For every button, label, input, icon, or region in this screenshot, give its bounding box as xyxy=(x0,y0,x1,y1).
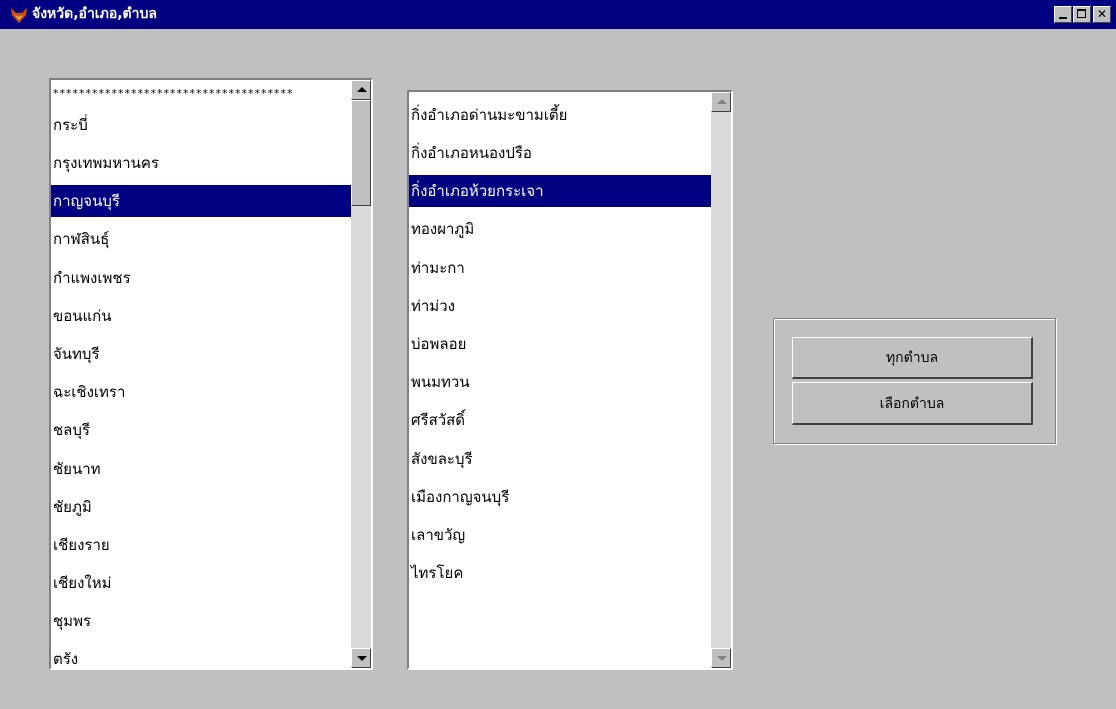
district-scroll-up-button[interactable] xyxy=(711,92,731,112)
province-list-item[interactable]: ชัยภูมิ xyxy=(51,488,351,526)
district-list-item[interactable]: เมืองกาญจนบุรี xyxy=(409,478,711,516)
province-list-item[interactable]: ************************************* xyxy=(51,84,351,106)
district-list-item[interactable]: ศรีสวัสดิ์ xyxy=(409,401,711,439)
arrow-up-icon xyxy=(357,87,367,92)
district-scrollbar[interactable] xyxy=(711,92,731,668)
district-list-item[interactable]: พนมทวน xyxy=(409,363,711,401)
province-list-item[interactable]: กระบี่ xyxy=(51,106,351,144)
district-scroll-down-button[interactable] xyxy=(711,648,731,668)
district-list-item[interactable]: ทองผาภูมิ xyxy=(409,210,711,248)
province-scroll-down-button[interactable] xyxy=(351,648,371,668)
arrow-up-icon xyxy=(717,99,727,104)
maximize-icon[interactable] xyxy=(1073,6,1091,23)
district-list-item[interactable]: กิ่งอำเภอด่านมะขามเตี้ย xyxy=(409,96,711,134)
province-list-item[interactable]: กาฬสินธุ์ xyxy=(51,220,351,258)
window-title: จังหวัด,อำเภอ,ตำบล xyxy=(32,6,157,22)
district-list-item[interactable]: บ่อพลอย xyxy=(409,325,711,363)
select-subdistrict-button[interactable]: เลือกตำบล xyxy=(792,382,1033,425)
province-list-item[interactable]: จันทบุรี xyxy=(51,335,351,373)
arrow-down-icon xyxy=(717,656,727,661)
province-list-item[interactable]: ชลบุรี xyxy=(51,411,351,449)
district-list-item[interactable]: ท่าม่วง xyxy=(409,287,711,325)
district-list-item[interactable]: สังขละบุรี xyxy=(409,440,711,478)
province-scrollbar[interactable] xyxy=(351,80,371,668)
minimize-icon[interactable] xyxy=(1054,6,1072,23)
fox-app-icon xyxy=(11,8,27,23)
title-bar[interactable]: จังหวัด,อำเภอ,ตำบล ✕ xyxy=(0,0,1116,29)
province-list-item[interactable]: กาญจนบุรี xyxy=(51,185,351,218)
district-list-item[interactable]: ท่ามะกา xyxy=(409,249,711,287)
all-subdistricts-button[interactable]: ทุกตำบล xyxy=(792,337,1033,379)
province-list-item[interactable]: เชียงใหม่ xyxy=(51,564,351,602)
province-listbox[interactable]: ************************************* กระ… xyxy=(49,78,373,670)
district-list-item[interactable]: กิ่งอำเภอหนองปรือ xyxy=(409,134,711,172)
province-list-item[interactable]: ชุมพร xyxy=(51,602,351,640)
province-list-item[interactable]: ฉะเชิงเทรา xyxy=(51,373,351,411)
province-list-item[interactable]: กรุงเทพมหานคร xyxy=(51,144,351,182)
province-list-item[interactable]: กำแพงเพชร xyxy=(51,259,351,297)
arrow-down-icon xyxy=(357,656,367,661)
close-icon[interactable]: ✕ xyxy=(1093,6,1111,23)
district-listbox[interactable]: กิ่งอำเภอด่านมะขามเตี้ย กิ่งอำเภอหนองปรือ… xyxy=(407,90,733,670)
district-list: กิ่งอำเภอด่านมะขามเตี้ย กิ่งอำเภอหนองปรือ… xyxy=(409,96,711,592)
province-list-item[interactable]: เชียงราย xyxy=(51,526,351,564)
province-list-item[interactable]: ตรัง xyxy=(51,640,351,668)
province-list-item[interactable]: ชัยนาท xyxy=(51,450,351,488)
district-list-item[interactable]: เลาขวัญ xyxy=(409,516,711,554)
district-list-item[interactable]: กิ่งอำเภอห้วยกระเจา xyxy=(409,175,711,208)
province-list: ************************************* กระ… xyxy=(51,84,351,668)
province-list-item[interactable]: ขอนแก่น xyxy=(51,297,351,335)
district-list-item[interactable]: ไทรโยค xyxy=(409,554,711,592)
province-scroll-up-button[interactable] xyxy=(351,80,371,100)
province-scroll-thumb[interactable] xyxy=(351,100,371,206)
